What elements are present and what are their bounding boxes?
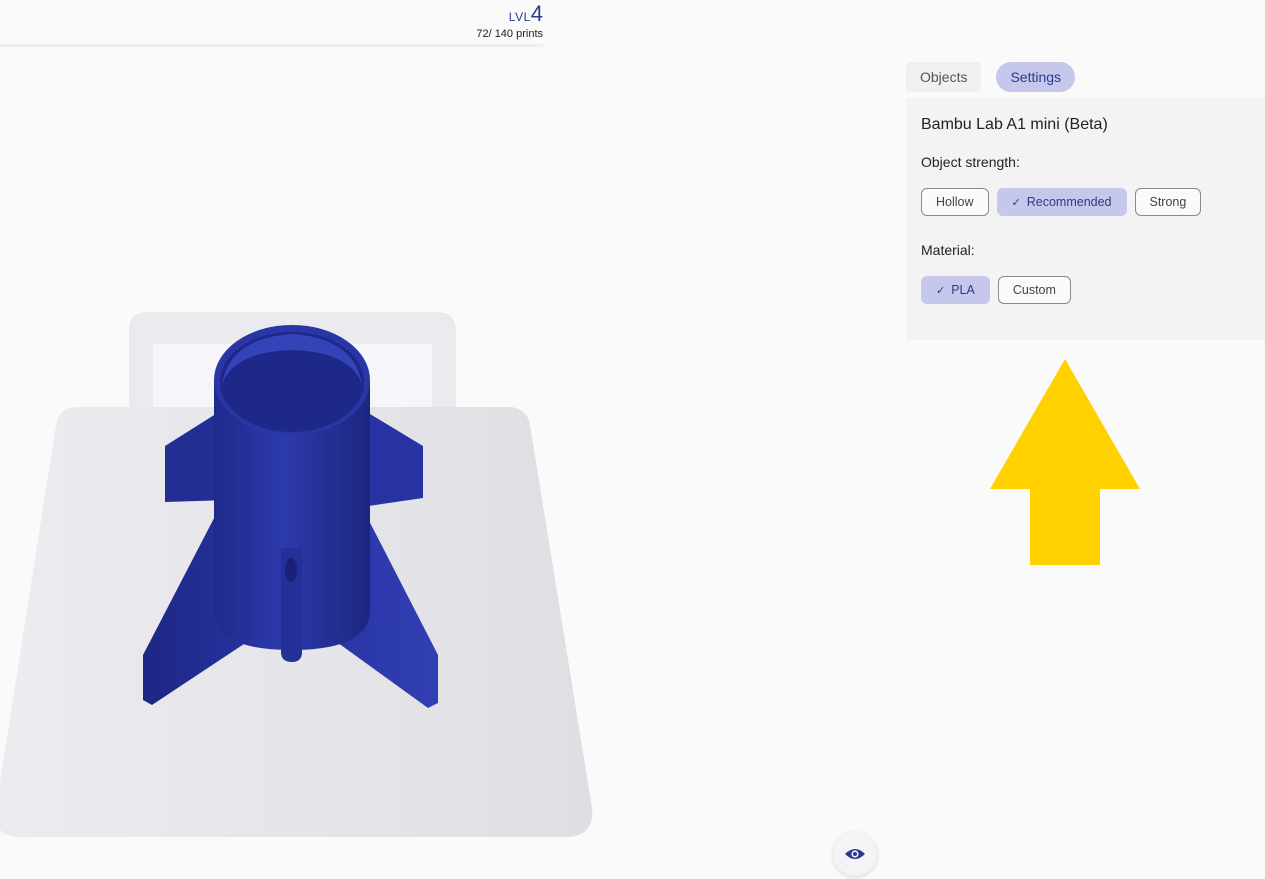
panel-tabs: Objects Settings [906,62,1076,92]
tab-settings[interactable]: Settings [996,62,1076,92]
tab-objects[interactable]: Objects [906,62,982,92]
object-strength-options: Hollow ✓ Recommended Strong [921,188,1265,216]
view-toggle-button[interactable] [833,832,877,876]
strength-hollow-button[interactable]: Hollow [921,188,989,216]
chip-label: Custom [1012,283,1056,297]
up-arrow-annotation [990,359,1140,565]
object-strength-label: Object strength: [921,154,1020,170]
prints-counter: 72/ 140 prints [476,28,543,40]
level-prefix: LVL [508,10,531,24]
strength-recommended-button[interactable]: ✓ Recommended [996,188,1127,216]
level-number: 4 [530,1,543,26]
strength-strong-button[interactable]: Strong [1134,188,1202,216]
printer-name: Bambu Lab A1 mini (Beta) [921,116,1108,133]
material-pla-button[interactable]: ✓ PLA [921,276,990,304]
settings-panel: Bambu Lab A1 mini (Beta) Object strength… [906,98,1265,340]
level-indicator: LVL4 [509,2,543,26]
level-bar: LVL4 72/ 140 prints [0,0,543,47]
chip-label: PLA [951,283,975,297]
chip-label: Recommended [1026,195,1112,209]
material-custom-button[interactable]: Custom [997,276,1071,304]
check-icon: ✓ [936,285,946,297]
material-options: ✓ PLA Custom [921,276,1265,304]
model-viewport[interactable] [0,47,900,879]
model-launch-lug-hole [285,558,297,582]
check-icon: ✓ [1011,197,1021,209]
chip-label: Strong [1149,195,1187,209]
eye-icon [845,849,865,859]
viewport-scene [0,312,593,837]
chip-label: Hollow [936,195,974,209]
material-label: Material: [921,242,975,258]
